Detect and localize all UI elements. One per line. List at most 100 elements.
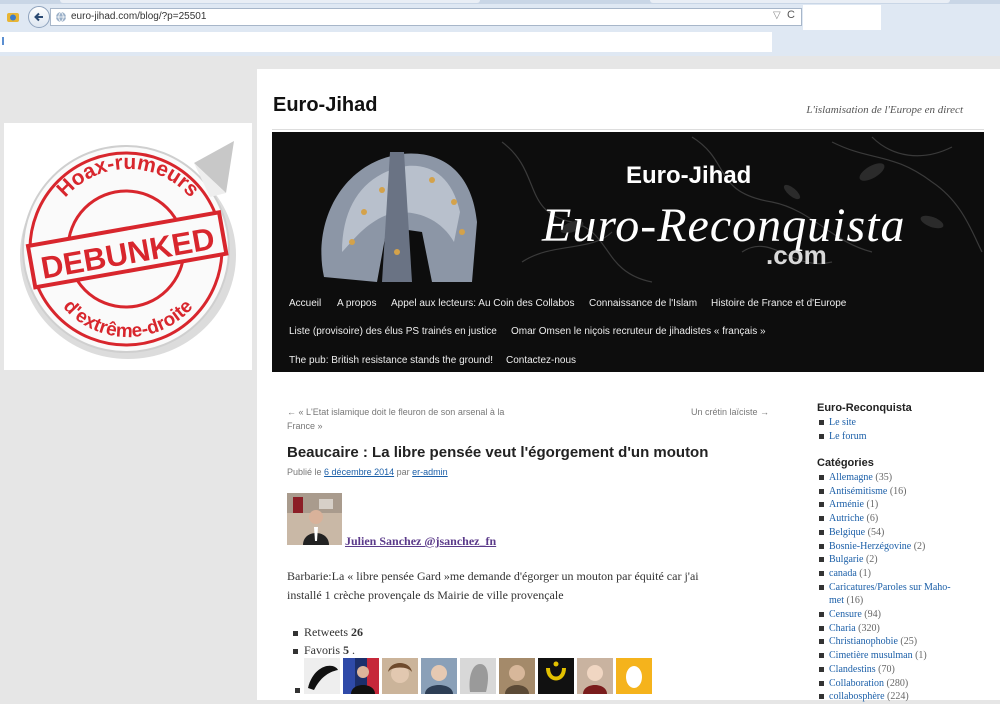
- bullet: [819, 488, 824, 494]
- category-link[interactable]: Belgique: [829, 527, 865, 538]
- nav-item-liste-elus[interactable]: Liste (provisoire) des élus PS trainés e…: [289, 326, 497, 337]
- banner-domain: .com: [766, 240, 827, 270]
- category-count: (16): [889, 485, 907, 497]
- avatar[interactable]: [460, 658, 496, 694]
- nav-item-appel-aux-lecteurs[interactable]: Appel aux lecteurs: Au Coin des Collabos: [391, 298, 574, 309]
- sidebar-link-le-forum[interactable]: Le forum: [819, 430, 867, 444]
- link-label[interactable]: Le site: [829, 417, 856, 428]
- address-bar[interactable]: euro-jihad.com/blog/?p=25501 ▽ C: [50, 8, 802, 26]
- avatar[interactable]: [421, 658, 457, 694]
- prev-post-link[interactable]: ← « L'Etat islamique doit le fleuron de …: [287, 405, 527, 433]
- category-item-continued[interactable]: met (16): [819, 594, 951, 608]
- back-button[interactable]: [28, 6, 50, 28]
- nav-item-omar-omsen[interactable]: Omar Omsen le niçois recruteur de jihadi…: [511, 326, 766, 337]
- category-count: (280): [886, 677, 909, 689]
- link-label[interactable]: Le forum: [829, 431, 867, 442]
- nav-item-contact[interactable]: Contactez-nous: [506, 355, 576, 366]
- category-item[interactable]: Charia (320): [819, 622, 951, 636]
- next-post-link[interactable]: Un crétin laïciste →: [691, 405, 769, 419]
- url-dropdown-icon[interactable]: ▽: [773, 10, 781, 21]
- nav-item-accueil[interactable]: Accueil: [289, 298, 321, 309]
- category-item[interactable]: Cimetière musulman (1): [819, 649, 951, 663]
- category-link[interactable]: Caricatures/Paroles sur Maho-: [829, 582, 951, 593]
- tweet-text: Barbarie:La « libre pensée Gard »me dema…: [287, 569, 699, 602]
- category-item[interactable]: Bulgarie (2): [819, 553, 951, 567]
- category-item[interactable]: Caricatures/Paroles sur Maho-: [819, 581, 951, 595]
- category-count: (16): [846, 595, 864, 607]
- bullet: [819, 529, 824, 535]
- sidebar-link-le-site[interactable]: Le site: [819, 416, 867, 430]
- bullet: [819, 666, 824, 672]
- category-link[interactable]: Autriche: [829, 513, 864, 524]
- nav-item-histoire[interactable]: Histoire de France et d'Europe: [711, 298, 846, 309]
- category-item[interactable]: Allemagne (35): [819, 471, 951, 485]
- bullet: [819, 420, 824, 425]
- category-item[interactable]: Bosnie-Herzégovine (2): [819, 540, 951, 554]
- category-item[interactable]: Autriche (6): [819, 512, 951, 526]
- category-item[interactable]: Arménie (1): [819, 498, 951, 512]
- debunk-stamp-image: Hoax-rumeurs d'extrême-droite DEBUNKED: [4, 123, 252, 370]
- bullet: [295, 688, 300, 693]
- category-link[interactable]: Cimetière musulman: [829, 650, 913, 661]
- category-item[interactable]: Clandestins (70): [819, 663, 951, 677]
- category-link[interactable]: collabosphère: [829, 691, 885, 702]
- category-item[interactable]: Antisémitisme (16): [819, 485, 951, 499]
- category-item[interactable]: Collaboration (280): [819, 677, 951, 691]
- tweet-author-link[interactable]: Julien Sanchez @jsanchez_fn: [345, 534, 496, 549]
- bullet: [819, 653, 824, 659]
- category-link[interactable]: Christianophobie: [829, 636, 898, 647]
- category-link[interactable]: canada: [829, 568, 857, 579]
- category-link[interactable]: Allemagne: [829, 472, 873, 483]
- category-link[interactable]: Arménie: [829, 499, 864, 510]
- category-link[interactable]: Collaboration: [829, 678, 884, 689]
- category-item[interactable]: Censure (94): [819, 608, 951, 622]
- avatar[interactable]: [343, 658, 379, 694]
- browser-tab[interactable]: [60, 0, 480, 3]
- app-icon[interactable]: [6, 10, 20, 24]
- prev-post-line1[interactable]: ← « L'Etat islamique doit le fleuron de …: [287, 407, 504, 417]
- post-date-link[interactable]: 6 décembre 2014: [324, 467, 394, 477]
- category-link[interactable]: Censure: [829, 609, 862, 620]
- bullet: [819, 584, 824, 590]
- category-link[interactable]: Antisémitisme: [829, 486, 887, 497]
- category-count: (1): [915, 650, 927, 662]
- bullet: [819, 570, 824, 576]
- text-caret: [2, 37, 4, 45]
- back-arrow-icon: [34, 12, 43, 22]
- category-link[interactable]: Bulgarie: [829, 554, 863, 565]
- category-count: (6): [866, 513, 879, 525]
- post-meta: Publié le 6 décembre 2014 par er-admin: [287, 467, 448, 477]
- site-title[interactable]: Euro-Jihad: [273, 94, 377, 117]
- category-item[interactable]: Christianophobie (25): [819, 635, 951, 649]
- category-item[interactable]: collabosphère (224): [819, 690, 951, 704]
- reload-icon[interactable]: C: [787, 9, 795, 21]
- header-divider: [272, 129, 984, 130]
- category-count: (54): [867, 526, 885, 538]
- nav-item-a-propos[interactable]: A propos: [337, 298, 376, 309]
- avatar[interactable]: [577, 658, 613, 694]
- avatar[interactable]: [616, 658, 652, 694]
- category-link[interactable]: met: [829, 595, 844, 606]
- browser-tab[interactable]: [650, 0, 950, 3]
- category-item[interactable]: canada (1): [819, 567, 951, 581]
- category-count: (224): [887, 691, 909, 703]
- post-title[interactable]: Beaucaire : La libre pensée veut l'égorg…: [287, 444, 708, 461]
- bullet: [819, 680, 824, 686]
- avatar[interactable]: [382, 658, 418, 694]
- nav-item-connaissance-islam[interactable]: Connaissance de l'Islam: [589, 298, 697, 309]
- avatar[interactable]: [499, 658, 535, 694]
- avatar[interactable]: [304, 658, 340, 694]
- category-link[interactable]: Clandestins: [829, 664, 876, 675]
- bullet: [819, 694, 824, 700]
- search-input[interactable]: [803, 5, 881, 30]
- prev-post-line2[interactable]: France »: [287, 421, 323, 431]
- bookmark-bar: [0, 32, 772, 52]
- tweet-author-photo[interactable]: [287, 493, 342, 545]
- category-count: (35): [875, 472, 893, 483]
- nav-item-the-pub[interactable]: The pub: British resistance stands the g…: [289, 355, 493, 366]
- category-item[interactable]: Belgique (54): [819, 526, 951, 540]
- category-link[interactable]: Bosnie-Herzégovine: [829, 541, 911, 552]
- avatar[interactable]: [538, 658, 574, 694]
- category-link[interactable]: Charia: [829, 623, 856, 634]
- post-author-link[interactable]: er-admin: [412, 467, 448, 477]
